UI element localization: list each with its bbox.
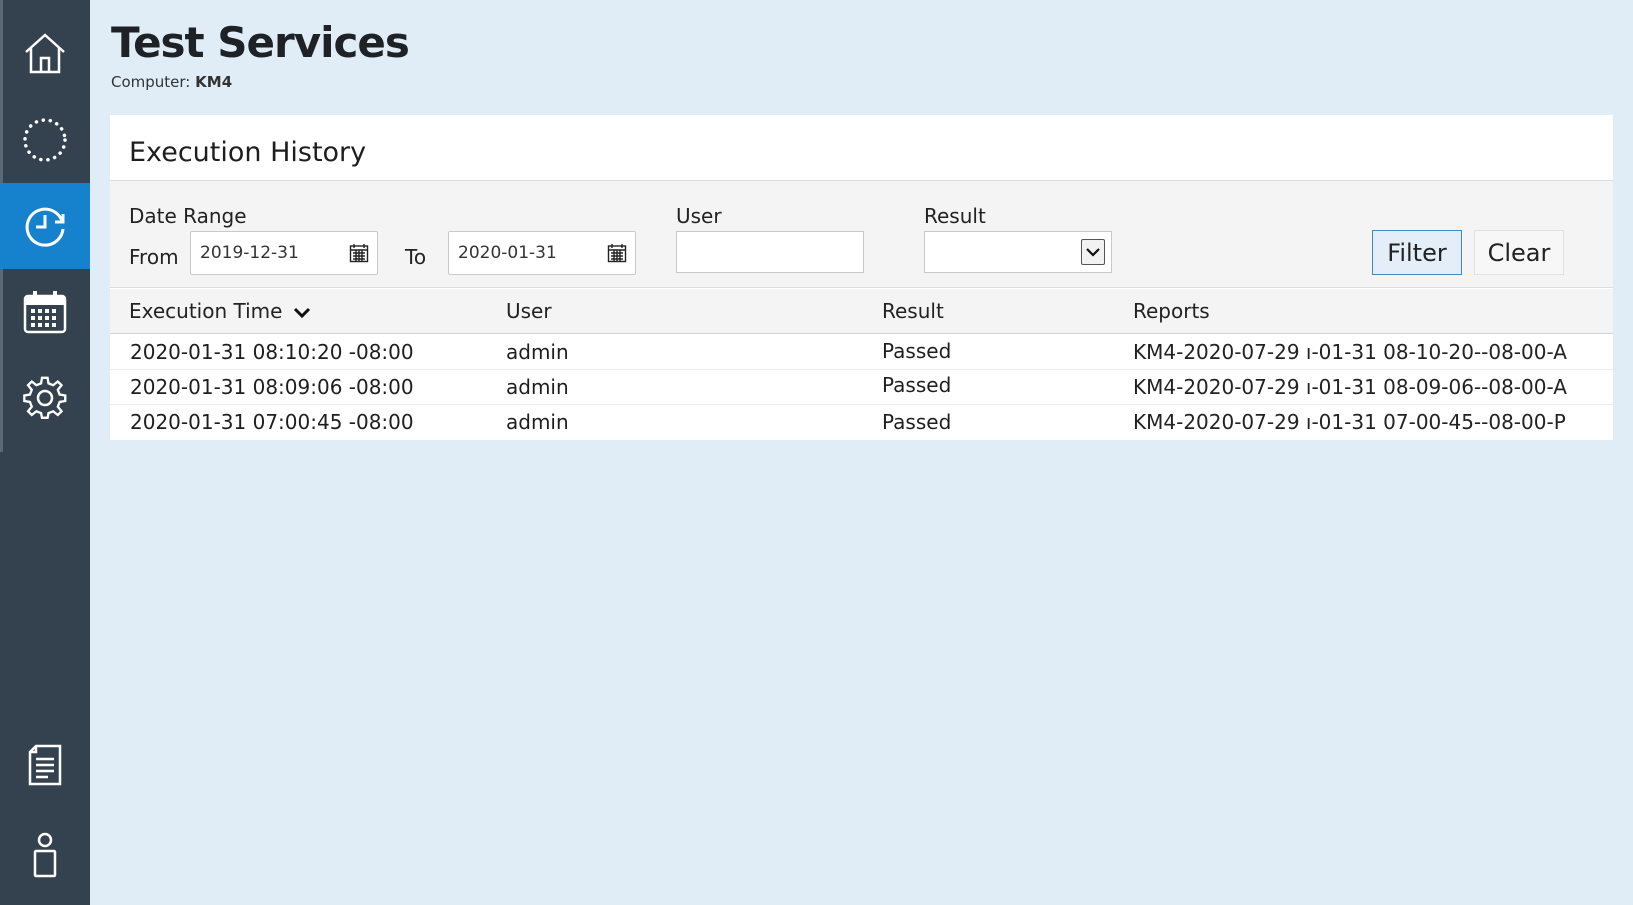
user-icon [33,832,57,878]
cell-report-link[interactable]: KM4-2020-07-29 ı-01-31 08-10-20--08-00-A [1133,340,1567,364]
cell-report-link[interactable]: KM4-2020-07-29 ı-01-31 08-09-06--08-00-A [1133,375,1567,399]
cell-execution-time: 2020-01-31 07:00:45 -08:00 [130,410,414,434]
table-row[interactable]: 2020-01-31 08:10:20 -08:00 admin Passed … [110,335,1613,370]
home-icon [25,33,65,74]
calendar-icon [23,291,67,334]
document-icon [28,744,62,786]
table-row[interactable]: 2020-01-31 08:09:06 -08:00 admin Passed … [110,370,1613,405]
result-filter-select[interactable] [924,231,1112,273]
computer-info: Computer: KM4 [111,73,232,91]
chevron-down-icon [1086,248,1100,257]
from-label: From [129,245,179,269]
cell-execution-time: 2020-01-31 08:10:20 -08:00 [130,340,414,364]
column-header-reports[interactable]: Reports [1133,299,1210,323]
page-title: Test Services [111,18,410,67]
column-header-execution-time[interactable]: Execution Time [129,299,311,323]
sort-descending-icon[interactable] [293,306,311,320]
filter-bar: Date Range From 2019-12-31 To 2020-01-31 [110,180,1613,288]
clear-button[interactable]: Clear [1474,230,1564,275]
main-content: Test Services Computer: KM4 Execution Hi… [90,0,1633,905]
nav-activity[interactable] [0,97,90,183]
to-date-value: 2020-01-31 [458,243,557,263]
date-range-label: Date Range [129,204,247,228]
column-header-label: Execution Time [129,299,283,323]
sidebar [0,0,90,905]
computer-value: KM4 [195,73,233,91]
user-filter-label: User [676,204,722,228]
cell-result: Passed [882,410,952,434]
table-row[interactable]: 2020-01-31 07:00:45 -08:00 admin Passed … [110,405,1613,440]
column-header-user[interactable]: User [506,299,552,323]
dotted-circle-icon [23,118,67,162]
nav-history[interactable] [0,183,90,269]
nav-user[interactable] [0,812,90,898]
execution-history-panel: Execution History Date Range From 2019-1… [110,115,1613,440]
to-date-input[interactable]: 2020-01-31 [448,231,636,275]
dropdown-arrow[interactable] [1081,239,1105,265]
result-filter-label: Result [924,204,986,228]
gear-icon [23,376,67,419]
calendar-icon[interactable] [607,243,627,263]
cell-result: Passed [882,373,952,397]
cell-execution-time: 2020-01-31 08:09:06 -08:00 [130,375,414,399]
filter-button[interactable]: Filter [1372,230,1462,275]
user-filter-input[interactable] [676,231,864,273]
nav-reports[interactable] [0,722,90,808]
computer-label: Computer: [111,73,191,91]
cell-user: admin [506,340,569,364]
to-label: To [405,245,427,269]
table-header: Execution Time User Result Reports [110,289,1613,334]
nav-home[interactable] [0,10,90,96]
nav-schedule[interactable] [0,269,90,355]
cell-user: admin [506,410,569,434]
cell-result: Passed [882,339,952,363]
history-clock-icon [25,207,65,247]
calendar-icon[interactable] [349,243,369,263]
from-date-value: 2019-12-31 [200,243,299,263]
from-date-input[interactable]: 2019-12-31 [190,231,378,275]
nav-settings[interactable] [0,355,90,441]
column-header-result[interactable]: Result [882,299,944,323]
cell-user: admin [506,375,569,399]
cell-report-link[interactable]: KM4-2020-07-29 ı-01-31 07-00-45--08-00-P [1133,410,1566,434]
panel-title: Execution History [129,137,367,168]
